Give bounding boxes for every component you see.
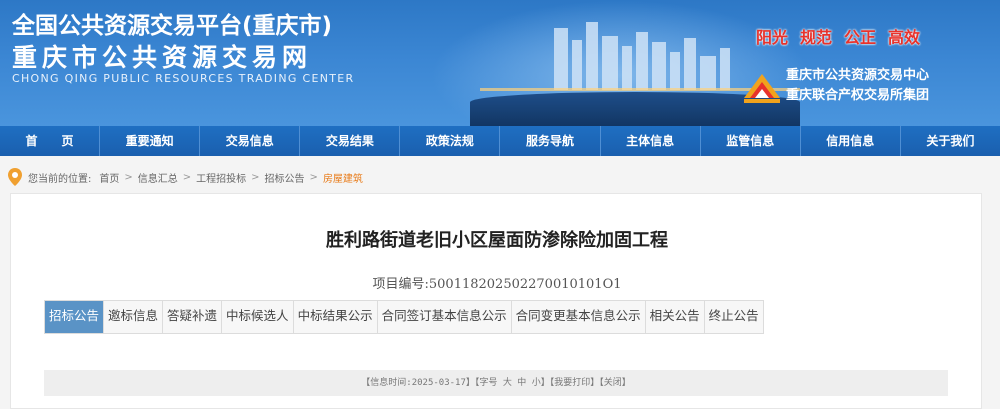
article-title: 胜利路街道老旧小区屋面防渗除险加固工程: [326, 230, 668, 251]
project-number: 项目编号:500118202502270010101O1: [11, 273, 983, 292]
info-bar: 【信息时间:2025-03-17】【字号 大 中 小】【我要打印】【关闭】: [44, 370, 948, 396]
slogan-sunshine: 阳光: [756, 28, 789, 47]
tab-award-result[interactable]: 中标结果公示: [293, 301, 378, 333]
org-name-group: 重庆联合产权交易所集团: [786, 88, 930, 103]
tab-related-notices[interactable]: 相关公告: [645, 301, 705, 333]
nav-item-policies[interactable]: 政策法规: [400, 126, 501, 156]
breadcrumb-separator: >: [309, 171, 318, 183]
breadcrumb-separator: >: [182, 171, 192, 183]
article-panel: 胜利路街道老旧小区屋面防渗除险加固工程 项目编号:500118202502270…: [10, 193, 982, 409]
org-name-center: 重庆市公共资源交易中心: [786, 68, 930, 83]
nav-item-trading-info[interactable]: 交易信息: [200, 126, 301, 156]
main-nav: 首 页 重要通知 交易信息 交易结果 政策法规 服务导航 主体信息 监管信息 信…: [0, 126, 1000, 156]
nav-item-home[interactable]: 首 页: [0, 126, 101, 156]
nav-item-about[interactable]: 关于我们: [901, 126, 1000, 156]
info-time-value: 2025-03-17: [411, 378, 466, 388]
breadcrumb-home[interactable]: 首页: [99, 170, 119, 185]
nav-item-notices[interactable]: 重要通知: [100, 126, 201, 156]
site-title-english: CHONG QING PUBLIC RESOURCES TRADING CENT…: [12, 72, 355, 85]
font-size-large-link[interactable]: 大: [503, 378, 512, 388]
project-number-label: 项目编号:: [372, 277, 429, 292]
slogan-fair: 公正: [844, 28, 877, 47]
slogans: 阳光 规范 公正 高效: [756, 24, 920, 48]
font-size-label: 】【字号: [465, 378, 498, 388]
nav-item-supervision[interactable]: 监管信息: [701, 126, 801, 156]
tab-tender-notice[interactable]: 招标公告: [45, 301, 105, 333]
breadcrumb-engineering-bidding[interactable]: 工程招投标: [196, 170, 246, 185]
location-pin-icon: [8, 168, 22, 186]
nav-item-credit[interactable]: 信用信息: [801, 126, 901, 156]
notice-tabs: 招标公告 邀标信息 答疑补遗 中标候选人 中标结果公示 合同签订基本信息公示 合…: [44, 300, 764, 334]
font-size-medium-link[interactable]: 中: [517, 378, 526, 388]
header-banner: 全国公共资源交易平台(重庆市) 重庆市公共资源交易网 CHONG QING PU…: [0, 0, 1000, 126]
close-link[interactable]: 【关闭】: [599, 378, 631, 388]
slogan-standard: 规范: [800, 28, 833, 47]
org-logo-icon: [744, 74, 780, 103]
breadcrumb-separator: >: [251, 171, 260, 183]
print-link[interactable]: 】【我要打印】: [541, 378, 600, 388]
breadcrumb-tender-notice[interactable]: 招标公告: [265, 170, 305, 185]
nav-item-entity-info[interactable]: 主体信息: [601, 126, 701, 156]
tab-winning-candidates[interactable]: 中标候选人: [222, 301, 294, 333]
breadcrumb: 您当前的位置: 首页 > 信息汇总 > 工程招投标 > 招标公告 > 房屋建筑: [8, 168, 363, 186]
info-time-label: 【信息时间:: [361, 378, 412, 388]
breadcrumb-prefix: 您当前的位置:: [28, 173, 92, 185]
tab-termination-notice[interactable]: 终止公告: [704, 301, 764, 333]
nav-item-service-guide[interactable]: 服务导航: [500, 126, 601, 156]
project-number-value: 500118202502270010101O1: [428, 277, 622, 292]
nav-item-trading-results[interactable]: 交易结果: [300, 126, 401, 156]
site-title-platform: 全国公共资源交易平台(重庆市): [12, 13, 333, 39]
breadcrumb-current-building[interactable]: 房屋建筑: [323, 170, 363, 185]
tab-contract-signing[interactable]: 合同签订基本信息公示: [377, 301, 512, 333]
breadcrumb-info-summary[interactable]: 信息汇总: [138, 170, 178, 185]
slogan-efficient: 高效: [888, 28, 921, 47]
org-names: 重庆市公共资源交易中心 重庆联合产权交易所集团: [786, 66, 929, 106]
tab-invitation-info[interactable]: 邀标信息: [104, 301, 164, 333]
breadcrumb-separator: >: [124, 171, 133, 183]
site-title-main: 重庆市公共资源交易网: [12, 43, 313, 72]
tab-qa-supplement[interactable]: 答疑补遗: [163, 301, 223, 333]
font-size-small-link[interactable]: 小: [532, 378, 541, 388]
tab-contract-change[interactable]: 合同变更基本信息公示: [511, 301, 646, 333]
